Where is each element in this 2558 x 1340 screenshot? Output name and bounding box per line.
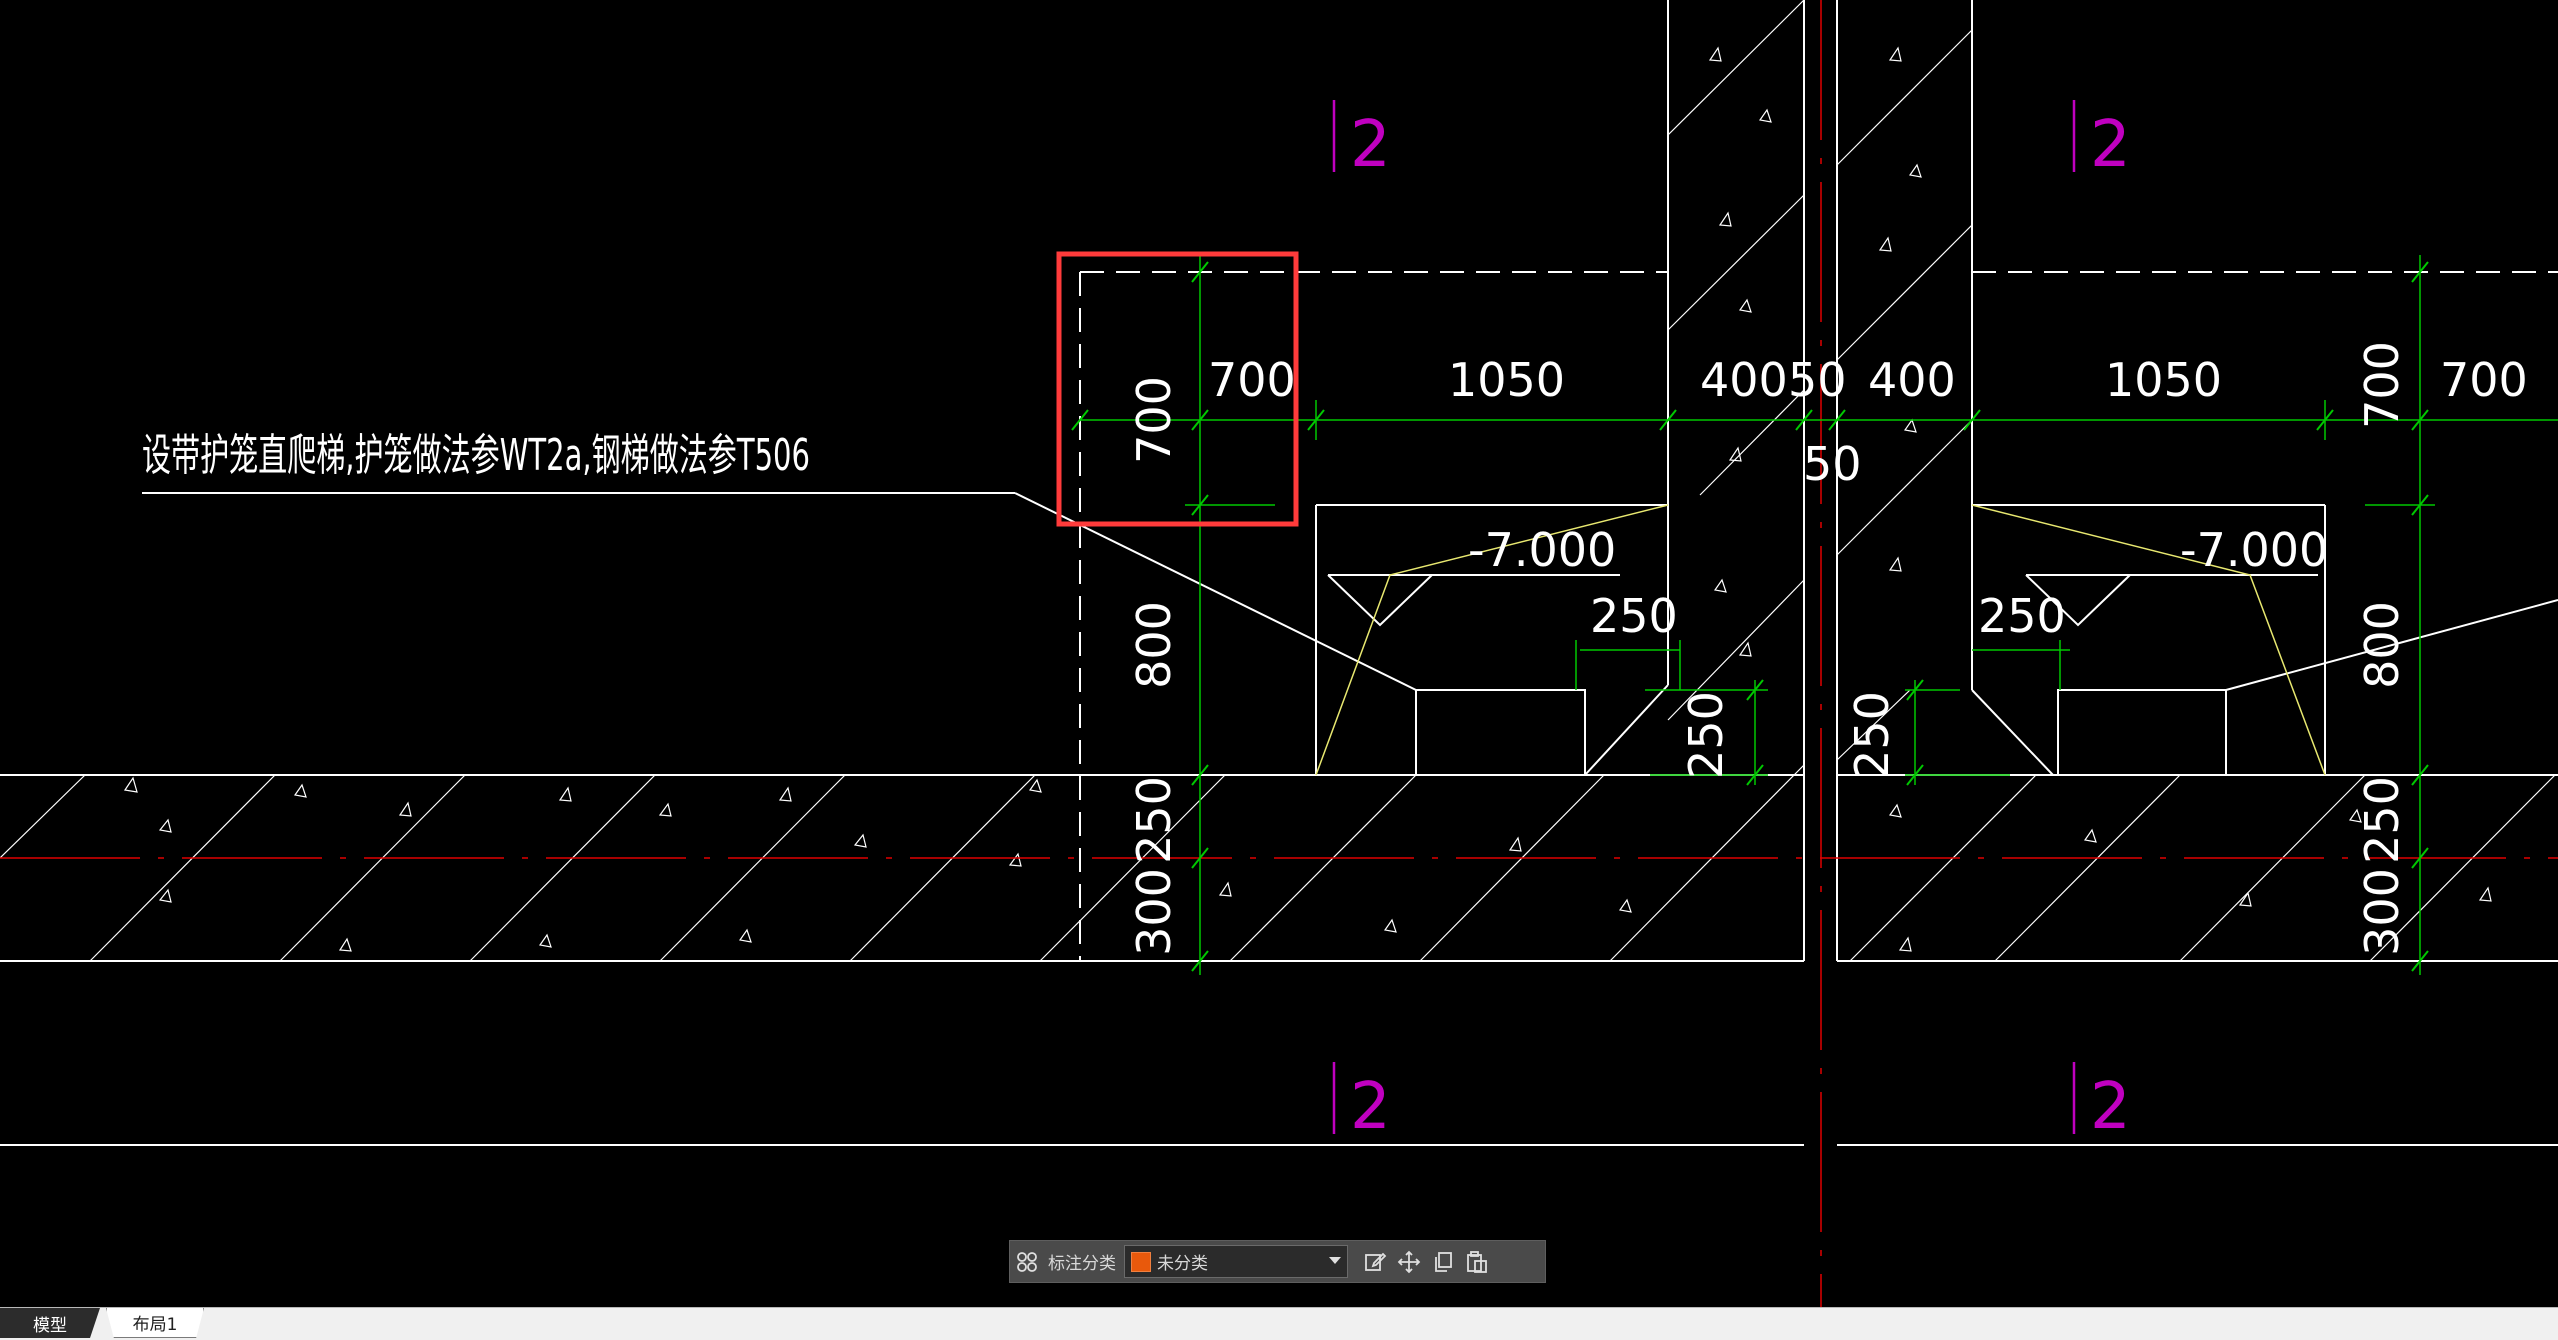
dim-50-mid: 50	[1803, 437, 1862, 491]
copy-icon[interactable]	[1426, 1245, 1460, 1279]
drawing-canvas[interactable]: 2 2 2 2 700 1050 400 50 400 50 1050 700 …	[0, 0, 2558, 1307]
dim-700-left: 700	[1208, 353, 1296, 407]
dim-250-left-bottom: 250	[1127, 776, 1181, 864]
move-icon[interactable]	[1392, 1245, 1426, 1279]
category-select-value: 未分类	[1157, 1254, 1208, 1274]
tab-model[interactable]: 模型	[0, 1308, 100, 1338]
ladder-note: 设带护笼直爬梯,护笼做法参WT2a,钢梯做法参T506	[142, 430, 810, 481]
dim-250-right-vertical: 250	[1845, 691, 1899, 779]
chevron-down-icon	[1329, 1257, 1341, 1264]
dim-800-right: 800	[2355, 601, 2409, 689]
dim-300-right-bottom: 300	[2355, 868, 2409, 956]
grid-icon[interactable]	[1010, 1245, 1044, 1279]
edit-icon[interactable]	[1358, 1245, 1392, 1279]
dim-300-left-bottom: 300	[1127, 868, 1181, 956]
dim-400-left: 400	[1700, 353, 1788, 407]
level-right: -7.000	[2180, 523, 2328, 577]
annotation-category-select[interactable]: 未分类	[1124, 1245, 1348, 1278]
tab-model-label: 模型	[33, 1315, 67, 1336]
category-color-swatch	[1131, 1251, 1151, 1272]
annotation-category-label: 标注分类	[1048, 1254, 1116, 1274]
dim-1050-right: 1050	[2105, 353, 2222, 407]
dim-250-right-small: 250	[1978, 589, 2066, 643]
dim-700-vertical-right: 700	[2355, 341, 2409, 429]
dim-1050-left: 1050	[1448, 353, 1565, 407]
dim-400-right: 400	[1868, 353, 1956, 407]
tab-layout1-label: 布局1	[132, 1315, 178, 1335]
dim-50-top: 50	[1788, 353, 1847, 407]
dim-250-left-vertical: 250	[1679, 691, 1733, 779]
annotation-toolbar: 标注分类 未分类	[1009, 1240, 1546, 1283]
level-left: -7.000	[1468, 523, 1616, 577]
section-mark-bottom-left: 2	[1350, 1070, 1391, 1144]
dim-700-right: 700	[2440, 353, 2528, 407]
dim-800-left: 800	[1127, 601, 1181, 689]
section-mark-bottom-right: 2	[2090, 1070, 2131, 1144]
section-mark-top-right: 2	[2090, 108, 2131, 182]
layout-tab-bar: 模型 布局1	[0, 1307, 2558, 1340]
dim-250-left-small: 250	[1590, 589, 1678, 643]
tab-layout1[interactable]: 布局1	[106, 1308, 204, 1338]
dim-700-vertical-left: 700	[1127, 376, 1181, 464]
paste-icon[interactable]	[1460, 1245, 1494, 1279]
dim-250-right-bottom: 250	[2355, 776, 2409, 864]
section-mark-top-left: 2	[1350, 108, 1391, 182]
